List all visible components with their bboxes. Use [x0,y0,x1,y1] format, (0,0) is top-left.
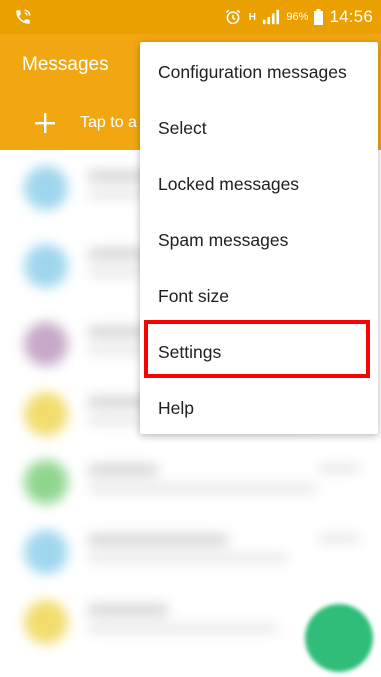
alarm-clock-icon [226,9,241,25]
menu-item-configuration-messages[interactable]: Configuration messages [140,44,378,100]
plus-icon [35,113,55,133]
avatar [24,244,68,288]
menu-item-locked-messages[interactable]: Locked messages [140,156,378,212]
battery-icon [314,9,324,25]
menu-item-select[interactable]: Select [140,100,378,156]
page-title: Messages [22,54,109,75]
avatar [24,166,68,210]
avatar [24,600,68,644]
avatar [24,322,68,366]
compose-fab[interactable] [305,604,373,672]
avatar [24,530,68,574]
list-item[interactable] [0,450,381,506]
avatar [24,392,68,436]
status-time: 14:56 [329,7,373,26]
menu-item-font-size[interactable]: Font size [140,268,378,324]
overflow-menu: Configuration messages Select Locked mes… [140,42,378,434]
status-bar: H 96% 14:56 [0,0,381,34]
avatar [24,460,68,504]
list-item[interactable] [0,520,381,576]
menu-item-spam-messages[interactable]: Spam messages [140,212,378,268]
phone-wifi-call-icon [16,9,31,24]
menu-item-settings[interactable]: Settings [140,324,378,380]
cell-signal-icon [263,9,280,25]
network-type-indicator: H [248,11,257,23]
battery-percent: 96% [286,11,309,23]
compose-hint-text: Tap to a [80,114,137,131]
status-indicators: H 96% 14:56 [224,0,373,34]
menu-item-help[interactable]: Help [140,380,378,436]
